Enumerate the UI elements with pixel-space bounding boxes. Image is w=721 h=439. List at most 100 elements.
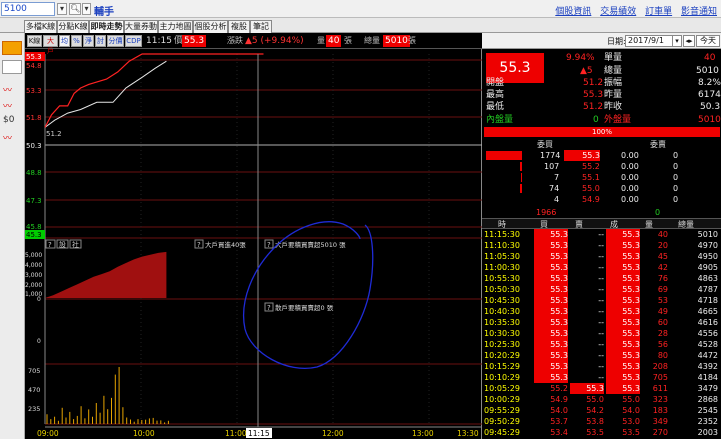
- pct-button[interactable]: %: [71, 35, 82, 47]
- buy-qty: 4: [554, 195, 560, 204]
- tick-qty: 40: [657, 230, 668, 239]
- order-row: 4 54.9 0.00 0: [482, 194, 721, 205]
- tick-buy: 55.3: [534, 372, 568, 383]
- tick-deal: 55.3: [606, 361, 640, 372]
- discuss-button[interactable]: 討: [95, 35, 106, 47]
- tab-realtime[interactable]: 即時走勢: [89, 20, 124, 33]
- stock-code-input[interactable]: 5100: [1, 2, 55, 16]
- tick-total: 3479: [697, 384, 718, 393]
- tab-branch-kline[interactable]: 分點K線: [57, 20, 89, 33]
- orange-tool-icon[interactable]: [2, 41, 22, 55]
- buy-qty-bar: [521, 173, 522, 182]
- vol-ticks: 705 470 235: [28, 367, 40, 413]
- tab-volume[interactable]: 大量券動: [124, 20, 158, 33]
- order-row: 1774 55.3 0.00 0: [482, 150, 721, 161]
- line-icon-2[interactable]: 〰: [3, 99, 12, 112]
- chevron-down-icon[interactable]: ▾: [82, 3, 91, 15]
- float-button[interactable]: 淨: [83, 35, 94, 47]
- tick-row: 10:10:29 55.3 -- 55.3 705 4184: [482, 372, 721, 383]
- kline-button[interactable]: K線: [27, 35, 42, 47]
- tick-deal: 55.3: [606, 240, 640, 251]
- tick-deal: 55.3: [606, 251, 640, 262]
- low-value: 51.2: [583, 102, 604, 112]
- tick-qty: 349: [652, 417, 668, 426]
- search-icon[interactable]: 🔍︎: [69, 3, 81, 15]
- tick-row: 11:10:30 55.3 -- 55.3 20 4970: [482, 240, 721, 251]
- link-stock-info[interactable]: 個股資訊: [555, 7, 591, 17]
- tick-qty: 49: [657, 307, 668, 316]
- tick-sell: --: [598, 351, 604, 360]
- tick-row: 10:15:29 55.3 -- 55.3 208 4392: [482, 361, 721, 372]
- cdp-button[interactable]: CDP: [125, 35, 142, 47]
- tick-time: 11:10:30: [484, 241, 520, 250]
- line-icon-3[interactable]: 〰: [3, 131, 12, 144]
- panel-icon[interactable]: [2, 60, 22, 74]
- tick-time: 11:00:30: [484, 263, 520, 272]
- tick-qty: 20: [657, 241, 668, 250]
- prev-next-arrows-icon[interactable]: ◂▸: [683, 35, 695, 47]
- buy-qty: 74: [549, 184, 560, 193]
- tick-total: 4556: [697, 329, 718, 338]
- low-label: 最低: [486, 102, 505, 112]
- sell-qty: 0: [673, 151, 679, 160]
- tick-time: 10:25:30: [484, 340, 520, 349]
- dropdown-arrow-icon[interactable]: ▾: [57, 3, 67, 15]
- tick-time: 10:05:29: [484, 384, 520, 393]
- num-icon[interactable]: $0: [3, 115, 14, 125]
- vol-tick: 235: [28, 405, 40, 413]
- order-row: 74 55.0 0.00 0: [482, 183, 721, 194]
- tab-analysis[interactable]: 個股分析: [193, 20, 228, 33]
- price-ticks: 54.8 53.3 51.8 50.3 48.8 47.3 45.8: [26, 62, 42, 231]
- price-dist-button[interactable]: 分價: [107, 35, 124, 47]
- tick-time: 10:30:30: [484, 329, 520, 338]
- tick-sell: --: [598, 285, 604, 294]
- tick-deal: 55.3: [606, 284, 640, 295]
- tab-multi-kline[interactable]: 多檔K線: [24, 20, 57, 33]
- chevron-down-icon[interactable]: ▾: [672, 35, 682, 47]
- tick-time: 09:55:29: [484, 406, 520, 415]
- tab-compound[interactable]: 複股: [228, 20, 250, 33]
- buy-qty-bar: [486, 151, 522, 160]
- cursor-time-label: 11:15: [248, 429, 270, 438]
- link-video-alert[interactable]: 影音通知: [681, 7, 717, 17]
- panel2-tick: 2,000: [25, 282, 42, 289]
- top-bar: 5100 ▾ 🔍︎ ▾ 輔手 個股資訊 交易績效 訂車單 影音通知: [0, 0, 721, 18]
- tab-notes[interactable]: 筆記: [250, 20, 272, 33]
- tick-row: 11:15:30 55.3 -- 55.3 40 5010: [482, 229, 721, 240]
- tick-sell: 54.2: [586, 406, 604, 415]
- avg-button[interactable]: 均: [59, 35, 70, 47]
- tick-row: 11:05:30 55.3 -- 55.3 45 4950: [482, 251, 721, 262]
- price-value: 55.3: [182, 35, 207, 47]
- change-label: 漲跌: [227, 36, 243, 45]
- line-icon-1[interactable]: 〰: [3, 83, 12, 96]
- link-performance[interactable]: 交易績效: [600, 7, 636, 17]
- tick-row: 10:25:30 55.3 -- 55.3 56 4528: [482, 339, 721, 350]
- order-row: 7 55.1 0.00 0: [482, 172, 721, 183]
- single-vol-value: 40: [704, 53, 716, 63]
- today-button[interactable]: 今天: [696, 35, 720, 47]
- tick-sell: --: [598, 230, 604, 239]
- tick-deal: 55.3: [606, 383, 640, 394]
- toolbar-time: 11:15: [146, 36, 172, 46]
- inner-vol-label: 內盤量: [486, 115, 514, 125]
- bigholder-button[interactable]: 大戶: [43, 35, 58, 55]
- high-label: 最高: [486, 90, 505, 100]
- time-tick: 13:30: [457, 429, 479, 438]
- tick-row: 09:50:29 53.7 53.8 53.0 349 2352: [482, 416, 721, 427]
- buy-price: 55.3: [564, 150, 600, 161]
- chart-svg: 55.3 45.3 54.8 53.3 51.8 50.3 48.8 47.3 …: [25, 52, 482, 438]
- amplitude-value: 8.2%: [698, 78, 721, 88]
- tick-buy: 54.0: [550, 406, 568, 415]
- tick-sell: 55.3: [570, 383, 604, 394]
- tab-main-map[interactable]: 主力地圖: [158, 20, 193, 33]
- tick-deal: 55.3: [606, 339, 640, 350]
- tick-qty: 208: [652, 362, 668, 371]
- link-order[interactable]: 訂車單: [645, 7, 672, 17]
- date-label: 日期:: [607, 37, 626, 46]
- tick-qty: 183: [652, 406, 668, 415]
- open-value: 51.2: [583, 78, 604, 88]
- tick-qty: 56: [657, 340, 668, 349]
- tick-row: 10:05:29 55.2 55.3 55.3 611 3479: [482, 383, 721, 394]
- sell-qty: 0: [673, 173, 679, 182]
- total-unit: 張: [408, 36, 416, 45]
